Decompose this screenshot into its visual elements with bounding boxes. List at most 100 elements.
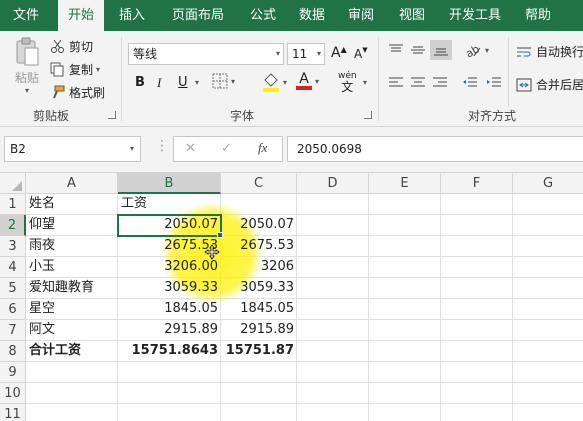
underline-button[interactable]: U — [178, 75, 188, 90]
alignment-group-label: 对齐方式 — [468, 109, 517, 123]
col-gridline — [368, 194, 369, 421]
font-color-button[interactable]: A ▾ — [296, 72, 319, 90]
align-left-icon — [388, 75, 404, 89]
cell-a7[interactable]: 阿文 — [26, 320, 118, 341]
font-launcher-icon[interactable] — [364, 111, 372, 119]
merge-cells-icon — [516, 78, 532, 92]
chevron-down-icon: ▾ — [24, 86, 29, 95]
column-header-f[interactable]: F — [441, 173, 513, 194]
tab-developer[interactable]: 开发工具 — [440, 0, 510, 31]
group-divider — [378, 37, 379, 121]
top-align-button[interactable] — [388, 43, 404, 57]
cell-c2[interactable]: 2050.07 — [221, 215, 297, 236]
paste-button[interactable]: 粘贴 ▾ — [10, 37, 44, 95]
cell-a3[interactable]: 雨夜 — [26, 236, 118, 257]
caret-up-icon: ▲ — [340, 44, 347, 54]
shrink-font-button[interactable]: A ▼ — [354, 46, 368, 61]
row-header-11[interactable]: 11 — [0, 404, 26, 421]
align-left-button[interactable] — [388, 75, 404, 89]
column-header-b[interactable]: B — [118, 173, 221, 194]
tab-formulas[interactable]: 公式 — [240, 0, 286, 31]
row-header-1[interactable]: 1 — [0, 194, 26, 215]
format-painter-label: 格式刷 — [69, 86, 106, 100]
tab-data[interactable]: 数据 — [290, 0, 334, 31]
chevron-down-icon: ▾ — [96, 65, 101, 74]
row-header-10[interactable]: 10 — [0, 383, 26, 404]
tab-home[interactable]: 开始 — [58, 0, 104, 31]
borders-button[interactable]: ▾ — [212, 73, 235, 89]
name-box-value: B2 — [10, 142, 26, 156]
row-header-3[interactable]: 3 — [0, 236, 26, 257]
clipboard-launcher-icon[interactable] — [108, 111, 116, 119]
column-header-e[interactable]: E — [369, 173, 441, 194]
phonetic-dropdown[interactable]: ▾ — [360, 78, 367, 87]
bold-button[interactable]: B — [135, 75, 145, 90]
orientation-button[interactable]: ab ▾ — [464, 42, 489, 58]
font-size-select[interactable]: 11 ▾ — [287, 43, 325, 65]
underline-dropdown[interactable]: ▾ — [192, 78, 199, 87]
fill-handle[interactable] — [217, 232, 223, 238]
cell-b8[interactable]: 15751.8643 — [118, 341, 221, 362]
cancel-icon[interactable]: ✕ — [185, 141, 196, 156]
fill-color-button[interactable]: ▾ — [262, 72, 287, 92]
row-header-8[interactable]: 8 — [0, 341, 26, 362]
font-name-select[interactable]: 等线 ▾ — [128, 43, 284, 65]
select-all-corner[interactable] — [0, 173, 26, 194]
align-center-button[interactable] — [410, 75, 426, 89]
enter-icon[interactable]: ✓ — [221, 141, 232, 156]
merge-center-button[interactable]: 合并后居 — [516, 76, 583, 93]
drag-handle-icon[interactable]: ⋮ — [155, 139, 169, 153]
cell-b2[interactable]: 2050.07 — [118, 215, 221, 236]
tab-view[interactable]: 视图 — [390, 0, 434, 31]
tab-page-layout[interactable]: 页面布局 — [160, 0, 236, 31]
column-header-d[interactable]: D — [297, 173, 369, 194]
phonetic-guide-button[interactable]: wén 文 — [338, 71, 357, 93]
worksheet-grid: A B C D E F G 1 2 3 4 5 6 7 8 9 10 11 姓名… — [0, 173, 583, 421]
name-box[interactable]: B2 ▾ — [4, 136, 141, 162]
cell-a5[interactable]: 爱知趣教育 — [26, 278, 118, 299]
tab-help[interactable]: 帮助 — [516, 0, 560, 31]
row-header-9[interactable]: 9 — [0, 362, 26, 383]
cell-b7[interactable]: 2915.89 — [118, 320, 221, 341]
cell-a6[interactable]: 星空 — [26, 299, 118, 320]
row-header-6[interactable]: 6 — [0, 299, 26, 320]
cell-a4[interactable]: 小玉 — [26, 257, 118, 278]
row-header-4[interactable]: 4 — [0, 257, 26, 278]
insert-function-icon[interactable]: fx — [258, 140, 267, 156]
cell-a8[interactable]: 合计工资 — [26, 341, 118, 362]
column-header-c[interactable]: C — [221, 173, 297, 194]
increase-indent-button[interactable] — [486, 75, 502, 89]
cell-c5[interactable]: 3059.33 — [221, 278, 297, 299]
merge-center-label: 合并后居 — [536, 78, 583, 92]
wrap-text-button[interactable]: 自动换行 — [516, 43, 583, 60]
row-header-7[interactable]: 7 — [0, 320, 26, 341]
formula-input[interactable]: 2050.0698 — [287, 136, 583, 162]
paste-label: 粘贴 — [14, 71, 39, 85]
column-header-a[interactable]: A — [26, 173, 118, 194]
cell-b1[interactable]: 工资 — [118, 194, 221, 215]
cell-c7[interactable]: 2915.89 — [221, 320, 297, 341]
cell-b6[interactable]: 1845.05 — [118, 299, 221, 320]
cell-a2[interactable]: 仰望 — [26, 215, 118, 236]
row-header-5[interactable]: 5 — [0, 278, 26, 299]
cell-c3[interactable]: 2675.53 — [221, 236, 297, 257]
cell-c8[interactable]: 15751.87 — [221, 341, 297, 362]
column-header-g[interactable]: G — [513, 173, 583, 194]
grow-font-button[interactable]: A ▲ — [331, 44, 347, 62]
middle-align-button[interactable] — [410, 43, 426, 57]
cell-c6[interactable]: 1845.05 — [221, 299, 297, 320]
cell-b5[interactable]: 3059.33 — [118, 278, 221, 299]
italic-button[interactable]: I — [157, 75, 161, 91]
align-right-button[interactable] — [432, 75, 448, 89]
cell-a1[interactable]: 姓名 — [26, 194, 118, 215]
bottom-align-button[interactable] — [430, 40, 452, 60]
cell-c4[interactable]: 3206 — [221, 257, 297, 278]
tab-review[interactable]: 审阅 — [338, 0, 384, 31]
cut-button[interactable]: 剪切 — [50, 38, 93, 55]
tab-insert[interactable]: 插入 — [108, 0, 156, 31]
tab-file[interactable]: 文件 — [0, 0, 52, 31]
row-header-2[interactable]: 2 — [0, 215, 26, 236]
copy-button[interactable]: 复制 ▾ — [50, 61, 100, 78]
format-painter-button[interactable]: 格式刷 — [50, 84, 105, 101]
decrease-indent-button[interactable] — [462, 75, 478, 89]
